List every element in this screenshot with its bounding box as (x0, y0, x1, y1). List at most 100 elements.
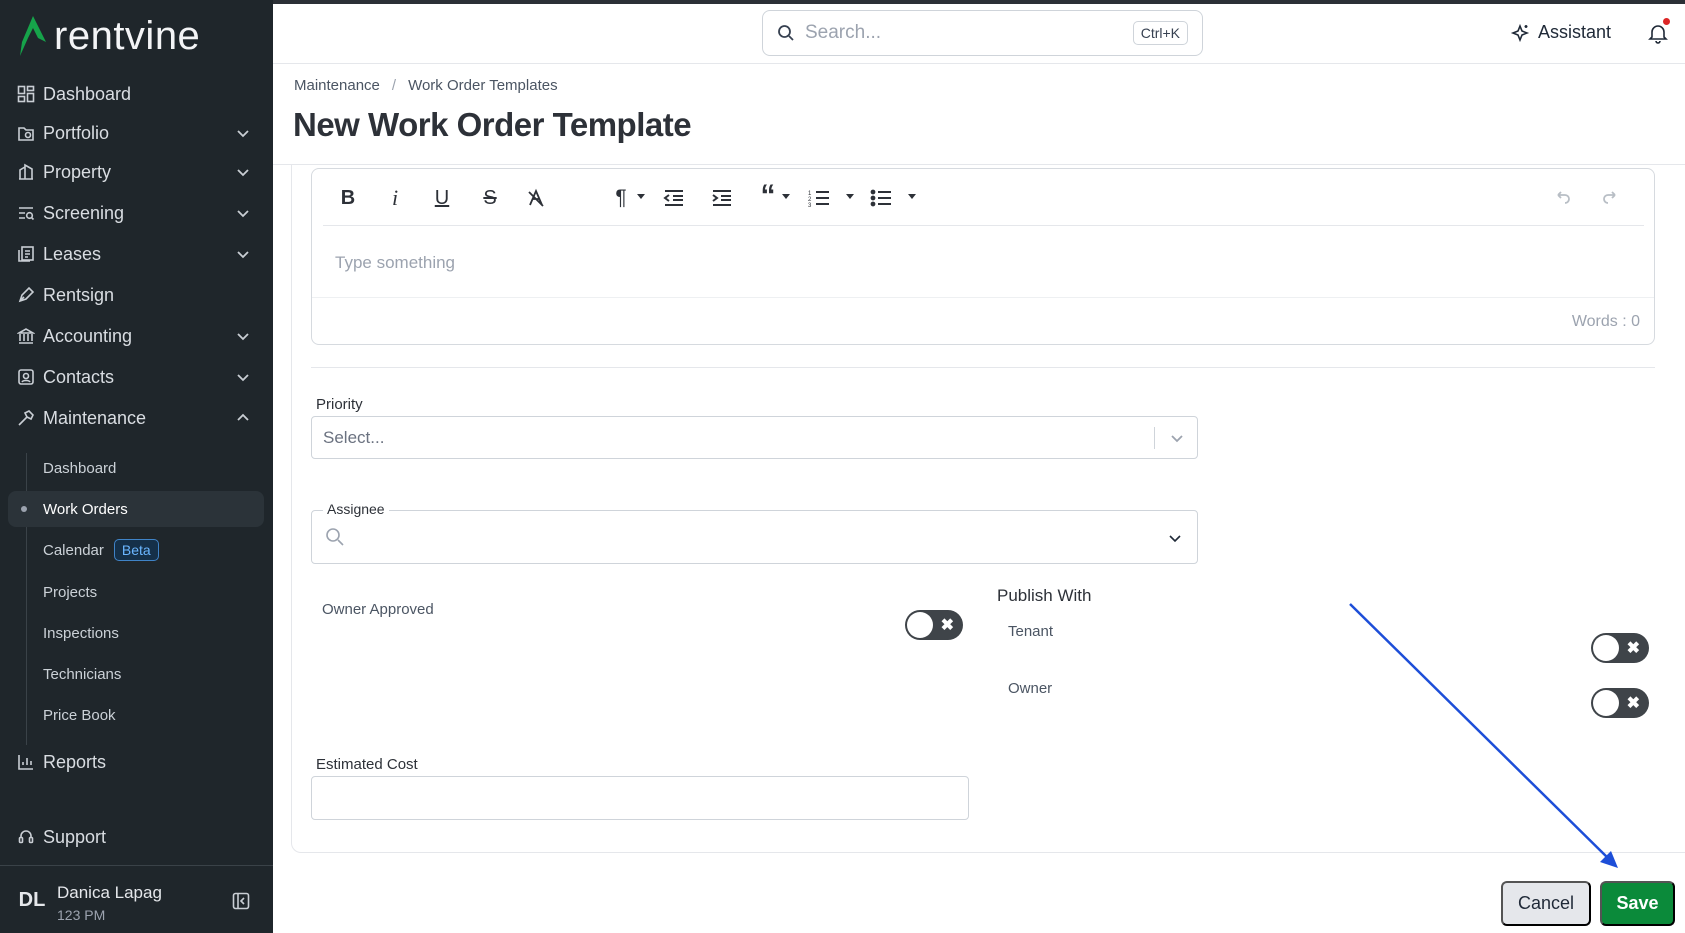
owner-label: Owner (1008, 680, 1053, 697)
chevron-up-icon (237, 413, 249, 421)
contacts-icon (16, 367, 36, 387)
notification-dot (1663, 18, 1670, 25)
notification-bell-icon[interactable] (1647, 22, 1669, 44)
sidebar-item-screening[interactable]: Screening (0, 194, 273, 232)
close-icon: ✖ (940, 617, 954, 634)
sidebar-subitem-dashboard[interactable]: Dashboard (0, 450, 273, 486)
redo-icon[interactable] (1598, 185, 1624, 211)
estimated-cost-input[interactable] (311, 776, 969, 820)
sidebar-item-reports[interactable]: Reports (0, 743, 273, 781)
assignee-select[interactable]: Assignee (311, 501, 1198, 564)
sidebar-item-label: Dashboard (43, 83, 132, 104)
chevron-down-icon (237, 210, 249, 218)
chevron-down-icon (237, 251, 249, 259)
sidebar-item-contacts[interactable]: Contacts (0, 358, 273, 396)
sidebar: rentvine Dashboard Portfolio Property Sc… (0, 0, 273, 933)
sidebar-subitem-projects[interactable]: Projects (0, 574, 273, 610)
save-button[interactable]: Save (1600, 881, 1675, 926)
user-name: Danica Lapag (57, 883, 162, 902)
priority-placeholder: Select... (323, 428, 385, 447)
chevron-down-icon (1169, 535, 1181, 543)
sidebar-item-property[interactable]: Property (0, 153, 273, 191)
undo-icon[interactable] (1549, 185, 1575, 211)
sparkle-icon (1510, 23, 1530, 42)
italic-icon[interactable]: i (382, 185, 408, 211)
sidebar-item-portfolio[interactable]: Portfolio (0, 114, 273, 152)
rentvine-logo-icon (20, 16, 46, 56)
bullet-list-icon[interactable] (868, 185, 894, 211)
sidebar-item-label: Contacts (43, 366, 115, 387)
breadcrumb-current[interactable]: Work Order Templates (408, 77, 558, 94)
sidebar-subitem-technicians[interactable]: Technicians (0, 656, 273, 692)
top-header: Search... Ctrl+K Assistant (273, 4, 1685, 64)
sidebar-item-label: Support (43, 826, 107, 847)
ordered-list-icon[interactable]: 123 (806, 185, 832, 211)
subitem-label: Inspections (43, 624, 119, 642)
search-icon (778, 25, 794, 41)
subitem-label: Price Book (43, 706, 116, 724)
priority-label: Priority (316, 396, 363, 413)
sidebar-subitem-price-book[interactable]: Price Book (0, 697, 273, 733)
hammer-icon (16, 408, 36, 428)
chevron-down-icon (237, 130, 249, 138)
sidebar-item-maintenance[interactable]: Maintenance (0, 399, 273, 437)
sidebar-item-leases[interactable]: Leases (0, 235, 273, 273)
breadcrumb-maintenance-link[interactable]: Maintenance (294, 77, 380, 94)
sidebar-item-label: Portfolio (43, 122, 110, 143)
blockquote-icon[interactable]: “ (755, 179, 781, 212)
estimated-cost-label: Estimated Cost (316, 756, 418, 773)
assistant-button[interactable]: Assistant (1510, 22, 1611, 43)
clear-format-icon[interactable] (523, 185, 549, 211)
chevron-down-icon (237, 333, 249, 341)
sidebar-subitem-calendar[interactable]: Calendar Beta (0, 532, 273, 568)
leases-icon (16, 244, 36, 264)
sidebar-item-label: Screening (43, 202, 125, 223)
sidebar-subitem-work-orders[interactable]: Work Orders (8, 491, 264, 527)
sidebar-item-label: Rentsign (43, 284, 115, 305)
brand-name: rentvine (54, 14, 201, 58)
bold-icon[interactable]: B (335, 185, 361, 211)
owner-approved-toggle[interactable]: ✖ (905, 610, 963, 640)
assistant-label: Assistant (1538, 22, 1612, 42)
subitem-label: Work Orders (43, 500, 128, 518)
bank-icon (16, 326, 36, 346)
paragraph-icon[interactable]: ¶ (608, 185, 634, 211)
user-panel: DL Danica Lapag 123 PM (0, 865, 273, 933)
sidebar-item-rentsign[interactable]: Rentsign (0, 276, 273, 314)
search-icon (326, 528, 344, 546)
sidebar-item-accounting[interactable]: Accounting (0, 317, 273, 355)
indent-icon[interactable] (709, 185, 735, 211)
bullet-list-dropdown-caret[interactable] (908, 194, 916, 199)
ordered-list-dropdown-caret[interactable] (846, 194, 854, 199)
underline-icon[interactable]: U (429, 185, 455, 211)
search-input[interactable]: Search... (805, 22, 881, 44)
brand-logo[interactable]: rentvine (18, 14, 200, 58)
beta-badge: Beta (113, 539, 159, 561)
editor-content[interactable]: Type something (335, 253, 455, 273)
sidebar-item-label: Maintenance (43, 407, 147, 428)
search-bar[interactable]: Search... Ctrl+K (762, 10, 1203, 56)
chevron-down-icon (237, 374, 249, 382)
priority-select[interactable]: Select... (311, 416, 1198, 459)
annotation-arrow (1349, 603, 1618, 868)
cancel-button[interactable]: Cancel (1501, 881, 1591, 926)
subitem-label: Calendar (43, 541, 104, 559)
pen-icon (16, 285, 36, 305)
strikethrough-icon[interactable]: S (477, 185, 503, 211)
collapse-sidebar-icon[interactable] (232, 892, 250, 910)
paragraph-dropdown-caret[interactable] (637, 194, 645, 199)
rich-text-editor[interactable]: B i U S ¶ “ 123 Type something Words : 0 (311, 168, 1655, 345)
editor-footer-divider (312, 297, 1654, 298)
outdent-icon[interactable] (661, 185, 687, 211)
editor-toolbar: B i U S ¶ “ 123 (312, 169, 1654, 225)
sidebar-item-support[interactable]: Support (0, 818, 273, 856)
active-indicator-dot (21, 506, 27, 512)
section-divider (311, 367, 1655, 368)
sidebar-item-dashboard[interactable]: Dashboard (0, 75, 273, 113)
sidebar-subitem-inspections[interactable]: Inspections (0, 615, 273, 651)
sidebar-item-label: Leases (43, 243, 102, 264)
sidebar-item-label: Property (43, 161, 112, 182)
avatar[interactable]: DL (16, 884, 48, 916)
blockquote-dropdown-caret[interactable] (782, 194, 790, 199)
select-separator (1154, 427, 1155, 449)
